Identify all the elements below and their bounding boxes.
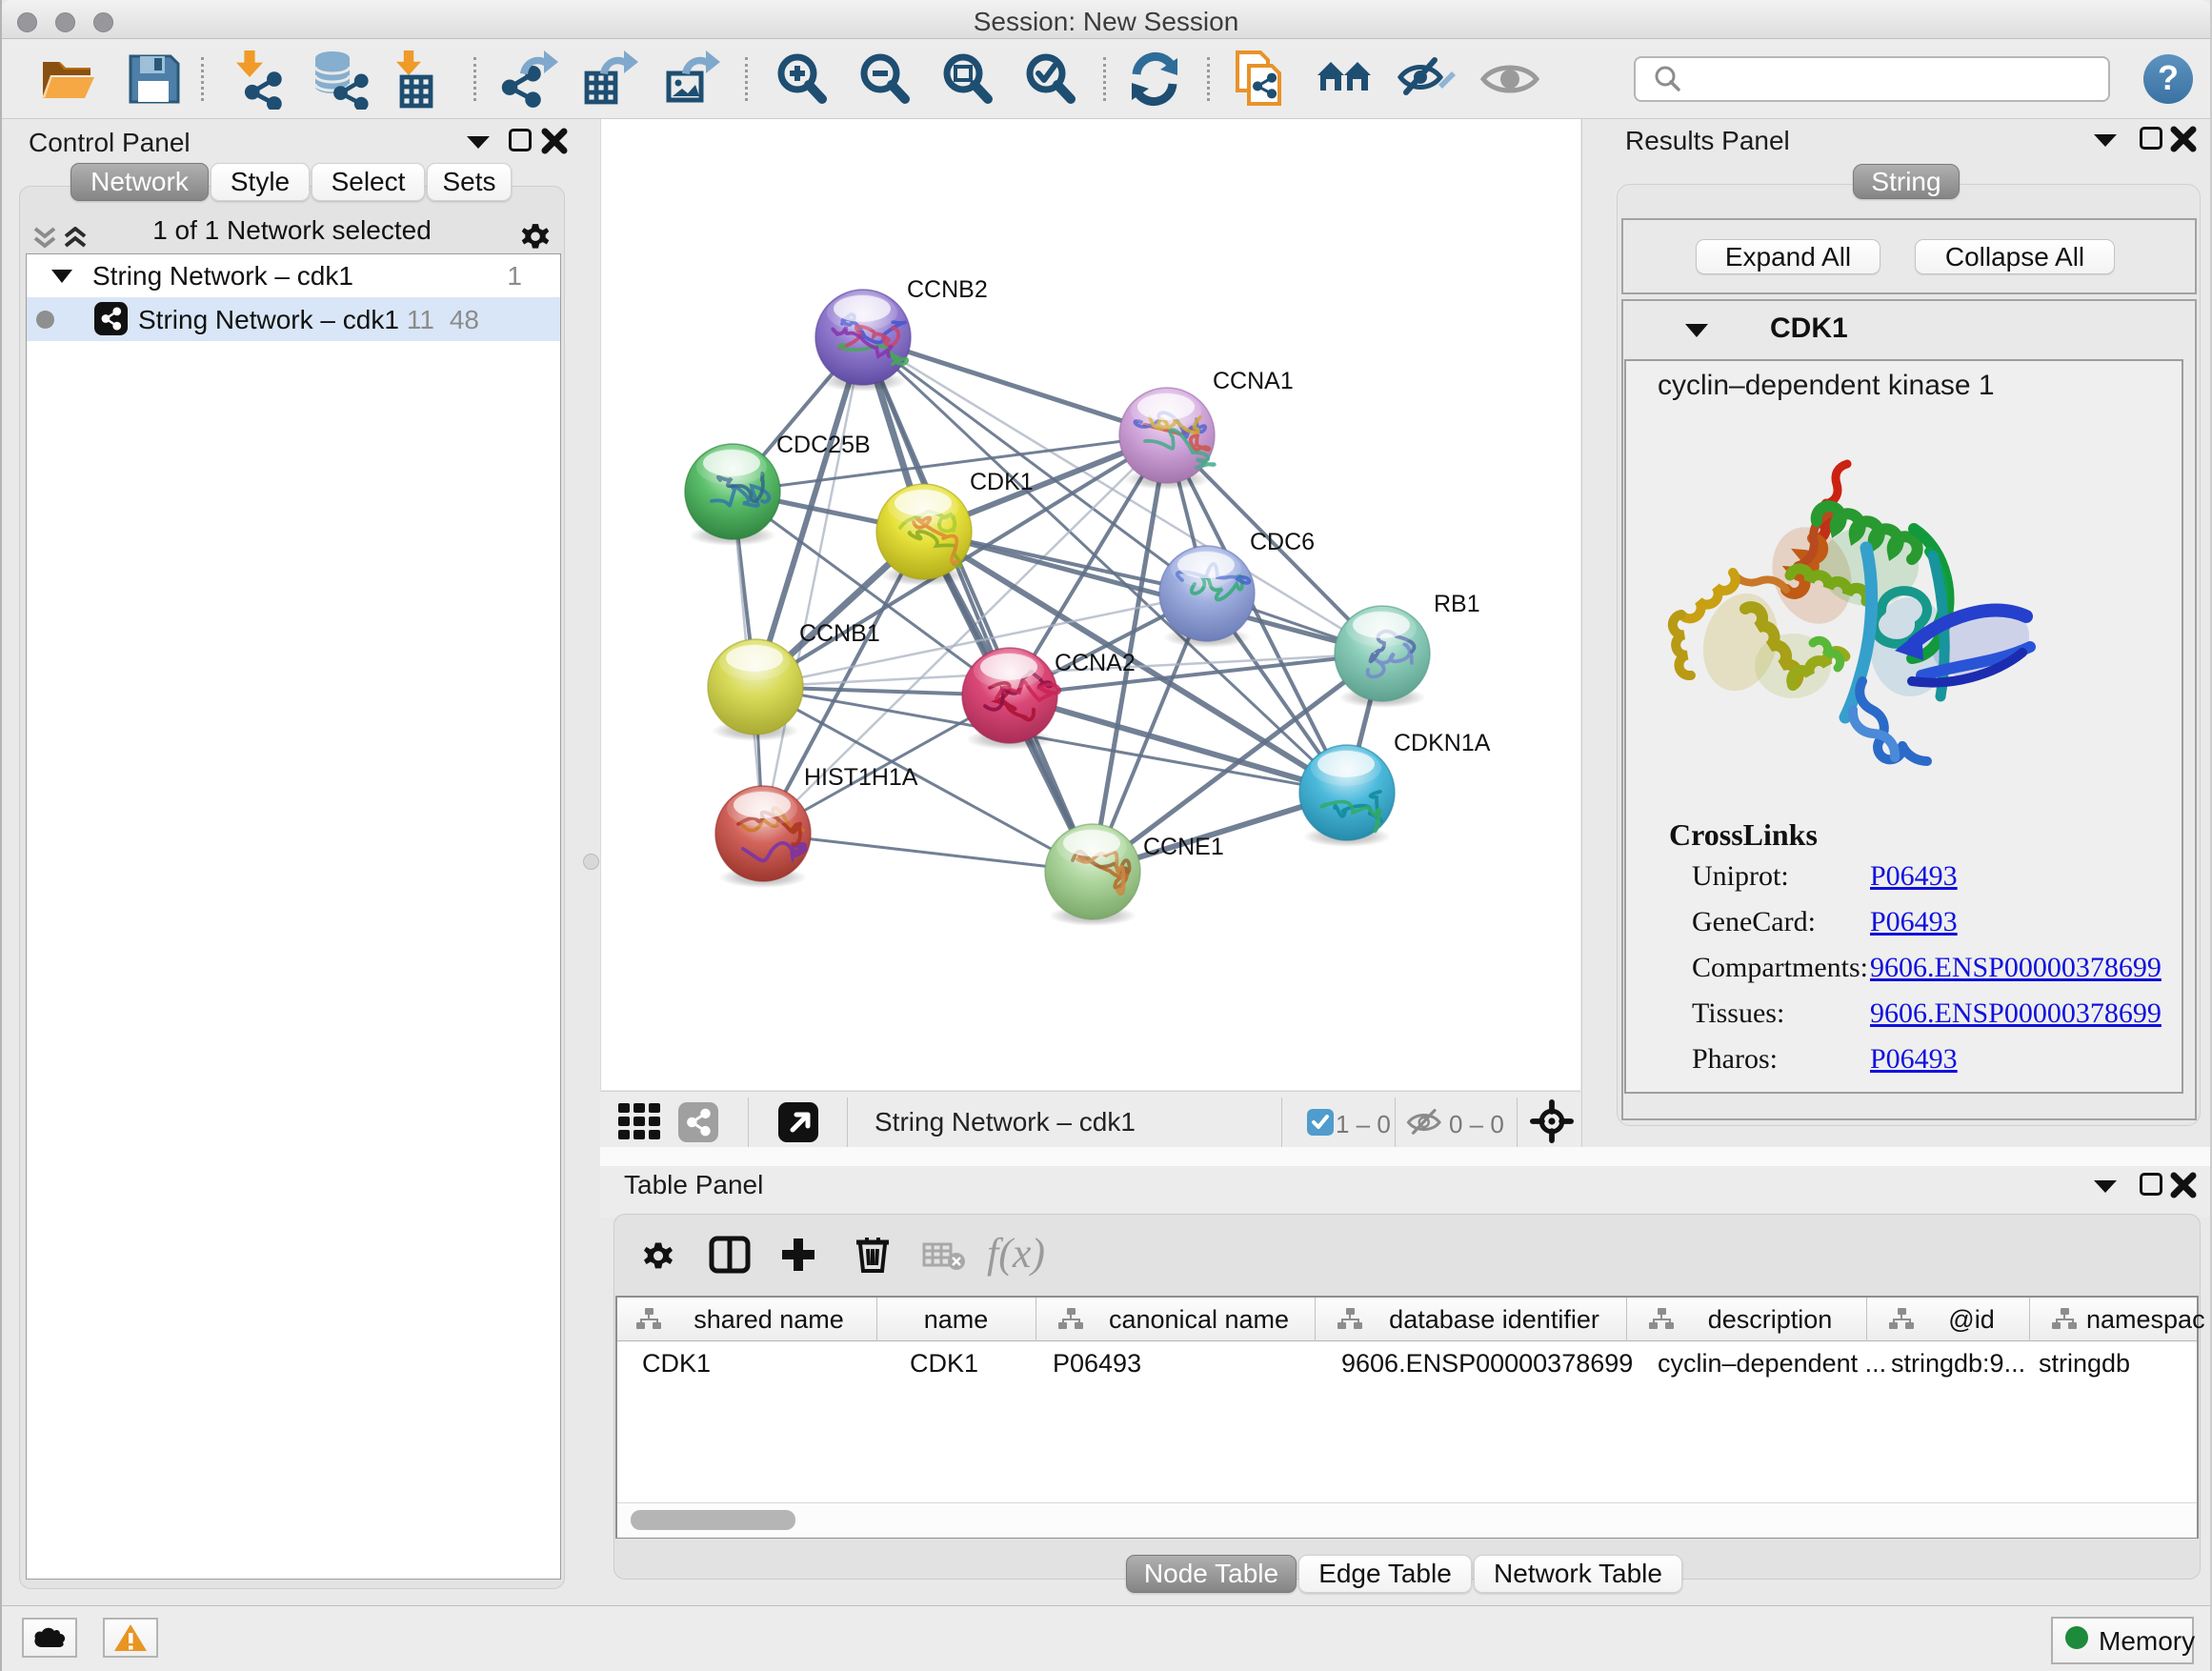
svg-text:CCNA2: CCNA2 <box>1055 650 1136 676</box>
svg-text:CDKN1A: CDKN1A <box>1394 730 1491 756</box>
svg-text:CDC25B: CDC25B <box>776 432 871 458</box>
svg-text:CCNB2: CCNB2 <box>907 276 988 303</box>
svg-text:CCNA1: CCNA1 <box>1213 368 1294 394</box>
svg-text:CDC6: CDC6 <box>1250 529 1315 555</box>
svg-text:CCNB1: CCNB1 <box>799 620 880 647</box>
svg-text:HIST1H1A: HIST1H1A <box>804 764 918 791</box>
svg-text:CDK1: CDK1 <box>970 469 1034 495</box>
svg-text:RB1: RB1 <box>1434 591 1480 617</box>
svg-text:CCNE1: CCNE1 <box>1143 834 1224 860</box>
